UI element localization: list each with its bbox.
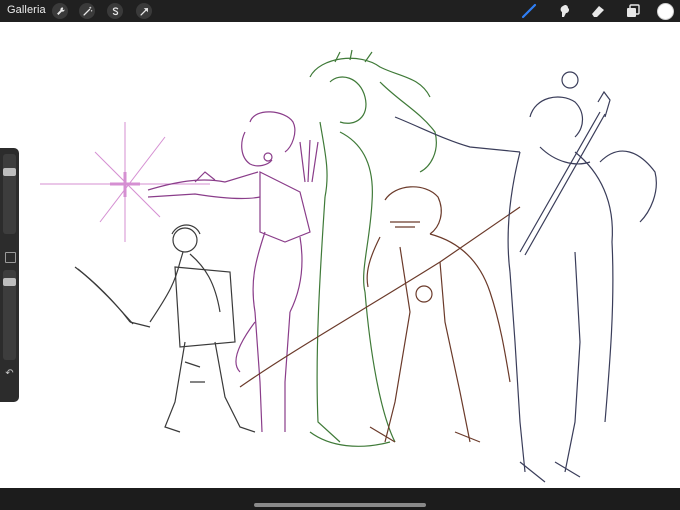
- transform-arrow-icon: [139, 7, 148, 16]
- figure-swordsman: [74, 224, 256, 433]
- figure-druid: [309, 49, 437, 447]
- brush-icon: [521, 3, 537, 19]
- undo-button[interactable]: ↶: [4, 368, 15, 379]
- smudge-tool-button[interactable]: [555, 2, 573, 20]
- bottom-bar: [0, 488, 680, 510]
- brush-sidebar: ↶: [0, 148, 19, 402]
- color-picker-button[interactable]: [657, 3, 674, 20]
- layers-icon: [627, 4, 640, 17]
- magic-wand-icon: [82, 6, 92, 16]
- figure-heroine: [147, 111, 319, 433]
- layers-button[interactable]: [624, 2, 642, 20]
- figure-bard: [394, 71, 657, 483]
- selection-button[interactable]: [107, 3, 123, 19]
- drawing-canvas[interactable]: [0, 22, 680, 488]
- modify-button[interactable]: [5, 252, 16, 263]
- sketch-artwork: [40, 49, 657, 483]
- transform-button[interactable]: [136, 3, 152, 19]
- brush-tool-button[interactable]: [520, 2, 538, 20]
- eraser-icon: [592, 6, 604, 17]
- eraser-tool-button[interactable]: [589, 2, 607, 20]
- wrench-icon: [56, 6, 65, 15]
- figure-wizard: [239, 186, 521, 443]
- selection-icon: [112, 6, 118, 15]
- brush-size-thumb[interactable]: [3, 168, 16, 176]
- gallery-button[interactable]: Galleria: [7, 4, 46, 16]
- home-indicator[interactable]: [254, 503, 426, 507]
- undo-arrow-icon: ↶: [5, 368, 14, 379]
- opacity-thumb[interactable]: [3, 278, 16, 286]
- smudge-icon: [560, 4, 570, 17]
- adjustments-button[interactable]: [79, 3, 95, 19]
- opacity-slider[interactable]: [3, 270, 16, 360]
- actions-button[interactable]: [52, 3, 68, 19]
- brush-size-slider[interactable]: [3, 154, 16, 234]
- top-toolbar: Galleria: [0, 0, 680, 22]
